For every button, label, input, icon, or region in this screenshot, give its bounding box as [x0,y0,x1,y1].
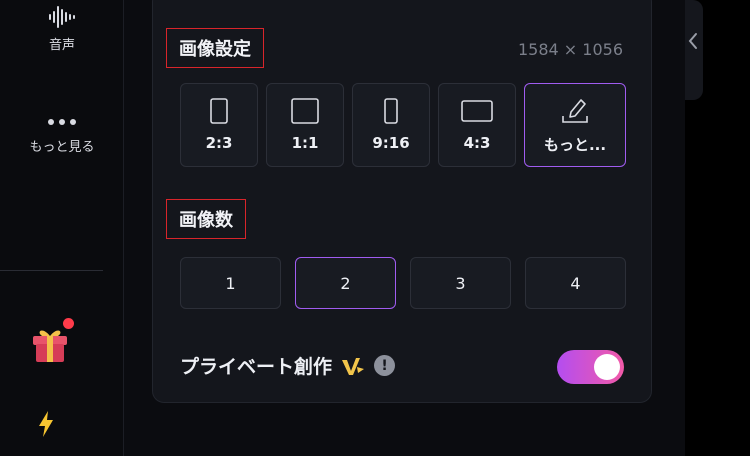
ratio-label: もっと... [543,135,607,154]
private-creation-row: プライベート創作 ! [180,352,396,379]
count-option-2[interactable]: 2 [295,257,396,309]
ratio-option-2-3[interactable]: 2:3 [180,83,258,167]
sidebar-item-audio[interactable]: 音声 [0,4,124,53]
gift-icon[interactable] [30,322,70,364]
left-sidebar: 音声 もっと見る [0,0,124,456]
private-creation-label: プライベート創作 [180,356,333,378]
premium-badge-icon [342,357,365,375]
custom-ratio-icon [562,98,588,123]
more-dots-icon [48,119,76,125]
toggle-knob [594,354,620,380]
ratio-label: 9:16 [372,134,410,152]
ratio-option-1-1[interactable]: 1:1 [266,83,344,167]
chevron-left-icon[interactable] [686,30,700,52]
waveform-icon [49,6,75,28]
square-ratio-icon [291,98,319,124]
count-option-4[interactable]: 4 [525,257,626,309]
count-option-1[interactable]: 1 [180,257,281,309]
ratio-option-more[interactable]: もっと... [524,83,626,167]
notification-dot [63,318,74,329]
image-dimensions: 1584 × 1056 [517,40,623,59]
ratio-option-9-16[interactable]: 9:16 [352,83,430,167]
ratio-label: 4:3 [463,134,491,152]
lightning-icon[interactable] [36,410,56,438]
image-count-options: 1 2 3 4 [180,257,626,309]
aspect-ratio-options: 2:3 1:1 9:16 4:3 もっと... [180,83,626,167]
private-creation-toggle[interactable] [557,350,624,384]
sidebar-item-label: 音声 [48,38,75,53]
tall-ratio-icon [384,98,398,124]
info-icon[interactable]: ! [374,355,396,376]
sidebar-item-label: もっと見る [29,140,95,155]
count-option-3[interactable]: 3 [410,257,511,309]
sidebar-item-more[interactable]: もっと見る [0,112,124,155]
ratio-option-4-3[interactable]: 4:3 [438,83,516,167]
image-settings-title: 画像設定 [166,28,264,68]
sidebar-divider [0,270,103,271]
ratio-label: 1:1 [291,134,319,152]
landscape-ratio-icon [461,100,493,122]
image-count-title: 画像数 [166,199,246,239]
portrait-ratio-icon [210,98,228,124]
ratio-label: 2:3 [205,134,233,152]
